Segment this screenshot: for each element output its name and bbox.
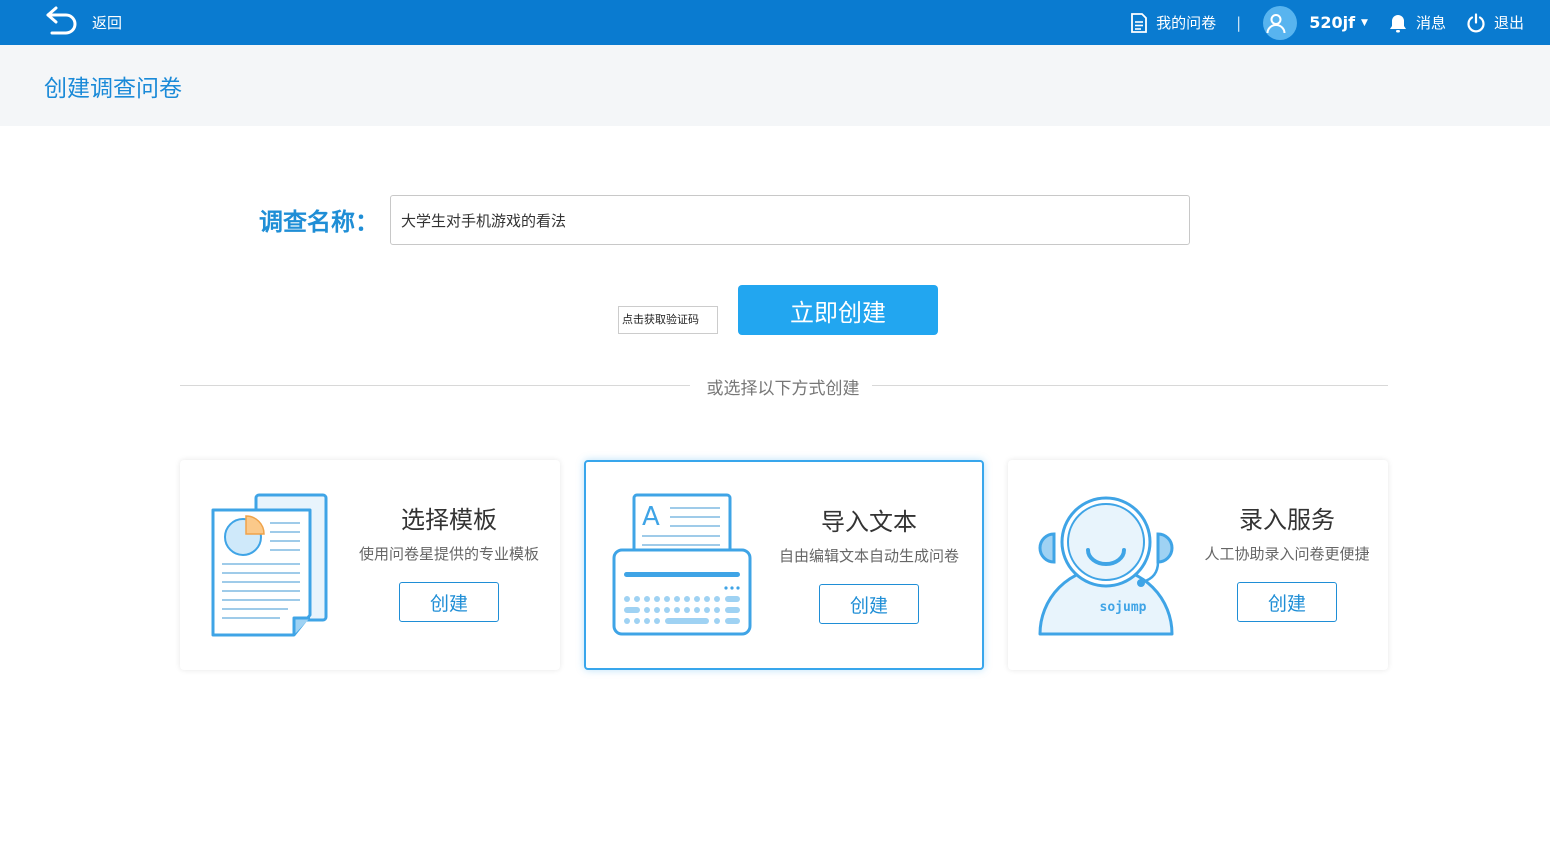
card-description: 人工协助录入问卷更便捷 <box>1204 545 1370 563</box>
my-surveys-label: 我的问卷 <box>1156 14 1217 32</box>
user-icon <box>1266 13 1286 33</box>
create-from-text-button[interactable]: 创建 <box>819 584 919 624</box>
username: 520jf <box>1309 13 1356 32</box>
avatar <box>1263 5 1298 40</box>
page-title: 创建调查问卷 <box>44 76 182 102</box>
card-entry-service[interactable]: sojump 录入服务 人工协助录入问卷更便捷 创建 <box>1008 460 1388 670</box>
create-entry-service-button[interactable]: 创建 <box>1237 582 1337 622</box>
card-text: 选择模板 使用问卷星提供的专业模板 <box>344 500 554 564</box>
card-import-text[interactable]: A 导入文本 自由编辑文本自动生成问卷 创建 <box>584 460 984 670</box>
bell-icon <box>1389 14 1406 32</box>
divider-line-right <box>872 385 1388 386</box>
my-surveys-link[interactable]: 我的问卷 <box>1130 12 1216 33</box>
captcha-button[interactable]: 点击获取验证码 <box>618 306 718 334</box>
card-description: 使用问卷星提供的专业模板 <box>358 545 539 563</box>
logout-label: 退出 <box>1493 14 1524 32</box>
import-text-typewriter-icon: A <box>612 493 752 636</box>
document-icon <box>1131 12 1148 33</box>
back-label: 返回 <box>92 13 123 32</box>
divider-text: 或选择以下方式创建 <box>706 379 860 399</box>
entry-service-agent-icon <box>1038 496 1174 636</box>
card-select-template[interactable]: 选择模板 使用问卷星提供的专业模板 创建 <box>180 460 560 670</box>
messages-label: 消息 <box>1415 14 1446 32</box>
card-text: 导入文本 自由编辑文本自动生成问卷 <box>764 502 974 566</box>
top-right-nav: 我的问卷 | 520jf ▼ 消息 退出 <box>1130 0 1524 45</box>
survey-name-input[interactable] <box>390 195 1190 245</box>
user-menu[interactable]: 520jf ▼ <box>1263 5 1368 40</box>
logout-link[interactable]: 退出 <box>1466 12 1524 33</box>
create-from-template-button[interactable]: 创建 <box>399 582 499 622</box>
svg-text:A: A <box>642 502 660 532</box>
create-now-button[interactable]: 立即创建 <box>738 285 938 335</box>
card-description: 自由编辑文本自动生成问卷 <box>778 547 959 565</box>
back-arrow-icon <box>46 6 77 35</box>
card-title: 选择模板 <box>401 506 497 534</box>
divider-line-left <box>180 385 690 386</box>
power-icon <box>1467 12 1485 32</box>
sojump-logo: sojump <box>1099 600 1147 615</box>
page-header: 创建调查问卷 <box>0 45 1550 126</box>
nav-separator: | <box>1236 13 1242 32</box>
survey-name-label: 调查名称： <box>259 208 379 236</box>
caret-down-icon: ▼ <box>1361 17 1368 28</box>
template-document-icon <box>211 493 328 637</box>
top-bar: 返回 我的问卷 | 520jf ▼ 消息 退出 <box>0 0 1550 45</box>
messages-link[interactable]: 消息 <box>1388 12 1446 33</box>
back-button[interactable]: 返回 <box>42 5 122 39</box>
card-title: 录入服务 <box>1239 506 1335 534</box>
card-text: 录入服务 人工协助录入问卷更便捷 <box>1182 500 1392 564</box>
card-title: 导入文本 <box>821 508 917 536</box>
